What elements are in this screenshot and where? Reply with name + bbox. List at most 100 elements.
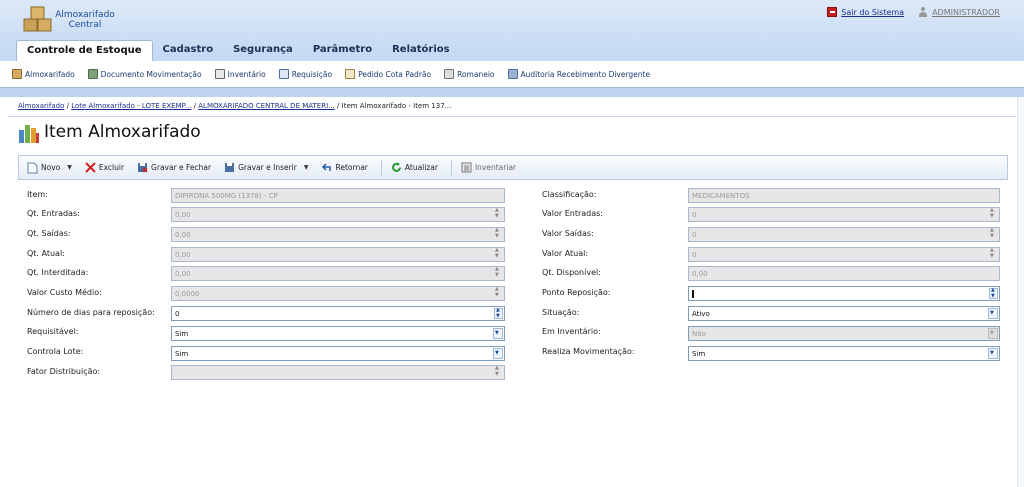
chevron-down-icon[interactable]: [988, 308, 998, 319]
qt-atual-label: Qt. Atual:: [27, 249, 65, 258]
subnav-documento-movimentacao[interactable]: Documento Movimentação: [87, 69, 202, 79]
refresh-button[interactable]: Atualizar: [391, 162, 438, 173]
ponto-reposicao-label: Ponto Reposição:: [542, 288, 611, 297]
requisitavel-value[interactable]: Sim: [175, 330, 188, 338]
subnav-label: Documento Movimentação: [100, 69, 202, 79]
logout-label[interactable]: Sair do Sistema: [841, 8, 904, 17]
controla-lote-select[interactable]: Sim: [171, 346, 505, 361]
realiza-movimentacao-value[interactable]: Sim: [692, 350, 705, 358]
inventory-button[interactable]: Inventariar: [461, 162, 516, 173]
controla-lote-label: Controla Lote:: [27, 347, 84, 356]
save-insert-button[interactable]: Gravar e Inserir ▼: [224, 162, 308, 173]
subnav-label: Auditoria Recebimento Divergente: [520, 69, 651, 79]
user-link[interactable]: ADMINISTRADOR: [918, 7, 1000, 17]
tab-relatorios[interactable]: Relatórios: [382, 40, 460, 61]
spinner-icon: [494, 287, 503, 299]
item-field: DIPIRONA 500MG (1378) - CP: [171, 188, 505, 203]
subnav-label: Pedido Cota Padrão: [358, 69, 432, 79]
sub-navigation: Almoxarifado Documento Movimentação Inve…: [0, 61, 1024, 88]
chevron-down-icon[interactable]: [493, 328, 503, 339]
delete-button[interactable]: Excluir: [85, 162, 124, 173]
controla-lote-value[interactable]: Sim: [175, 350, 188, 358]
user-label[interactable]: ADMINISTRADOR: [932, 8, 1000, 17]
spinner-icon: [494, 366, 503, 378]
chevron-down-icon[interactable]: [988, 348, 998, 359]
qt-interditada-label: Qt. Interditada:: [27, 268, 89, 277]
subnav-inventario[interactable]: Inventário: [214, 69, 266, 79]
requisitavel-select[interactable]: Sim: [171, 326, 505, 341]
scrollbar[interactable]: [1017, 97, 1024, 487]
return-button-label: Retornar: [335, 163, 368, 172]
breadcrumb-separator: /: [337, 102, 340, 110]
qt-entradas-label: Qt. Entradas:: [27, 209, 80, 218]
subnav-requisicao[interactable]: Requisição: [278, 69, 333, 79]
qt-saidas-field: 0,00: [171, 227, 505, 242]
spinner-icon[interactable]: [989, 287, 998, 299]
subnav-auditoria[interactable]: Auditoria Recebimento Divergente: [507, 69, 651, 79]
breadcrumb-separator: /: [193, 102, 197, 110]
breadcrumb-almox-central[interactable]: ALMOXARIFADO CENTRAL DE MATERI...: [198, 102, 335, 110]
packing-list-icon: [444, 69, 455, 79]
breadcrumb-lote[interactable]: Lote Almoxarifado - LOTE EXEMP...: [71, 102, 191, 110]
num-dias-reposicao-value[interactable]: 0: [175, 310, 179, 318]
toolbar-separator: [380, 159, 382, 176]
new-button-label: Novo: [41, 163, 61, 172]
chevron-down-icon[interactable]: ▼: [304, 164, 309, 171]
situacao-select[interactable]: Ativo: [688, 306, 1000, 321]
spinner-icon: [494, 248, 503, 260]
valor-entradas-field: 0: [688, 207, 1000, 222]
qt-entradas-value: 0,00: [175, 211, 191, 219]
breadcrumb-separator: /: [66, 102, 69, 110]
qt-saidas-label: Qt. Saídas:: [27, 229, 71, 238]
qt-entradas-field: 0,00: [171, 207, 505, 222]
refresh-icon: [391, 162, 401, 172]
valor-entradas-label: Valor Entradas:: [542, 209, 603, 218]
classificacao-label: Classificação:: [542, 190, 597, 199]
inventory-icon: [461, 162, 472, 173]
subnav-almoxarifado[interactable]: Almoxarifado: [12, 69, 75, 79]
tab-parametro[interactable]: Parâmetro: [303, 40, 382, 61]
spinner-icon[interactable]: [494, 307, 503, 319]
audit-icon: [507, 69, 518, 79]
save-close-button[interactable]: Gravar e Fechar: [137, 162, 211, 173]
tab-cadastro[interactable]: Cadastro: [153, 40, 224, 61]
em-inventario-label: Em Inventário:: [542, 327, 601, 336]
requisitavel-label: Requisitável:: [27, 327, 79, 336]
subnav-romaneio[interactable]: Romaneio: [444, 69, 495, 79]
qt-disponivel-field: 0,00: [688, 266, 1000, 281]
breadcrumb-almoxarifado[interactable]: Almoxarifado: [18, 102, 64, 110]
valor-saidas-value: 0: [692, 231, 697, 239]
valor-saidas-label: Valor Saídas:: [542, 229, 594, 238]
em-inventario-value: Não: [692, 330, 706, 338]
spinner-icon: [494, 208, 503, 220]
text-cursor: [692, 290, 694, 298]
tab-controle-estoque[interactable]: Controle de Estoque: [16, 40, 153, 61]
delete-icon: [85, 162, 96, 173]
return-button[interactable]: Retornar: [321, 162, 368, 173]
realiza-movimentacao-select[interactable]: Sim: [688, 346, 1000, 361]
chevron-down-icon[interactable]: ▼: [67, 164, 72, 171]
request-icon: [278, 69, 289, 79]
situacao-label: Situação:: [542, 308, 580, 317]
fator-distribuicao-label: Fator Distribuição:: [27, 367, 101, 376]
num-dias-reposicao-input[interactable]: 0: [171, 306, 505, 321]
app-title-line2: Central: [68, 20, 102, 30]
item-stack-icon: [19, 125, 39, 143]
spinner-icon: [494, 267, 503, 279]
breadcrumb-current: Item Almoxarifado - Item 137...: [341, 102, 452, 110]
qt-atual-value: 0,00: [175, 251, 191, 259]
subnav-pedido-cota-padrao[interactable]: Pedido Cota Padrão: [345, 69, 431, 79]
valor-entradas-value: 0: [692, 211, 697, 219]
spinner-icon: [989, 228, 998, 240]
new-button[interactable]: Novo ▼: [27, 162, 72, 174]
user-icon: [918, 7, 928, 17]
logout-link[interactable]: Sair do Sistema: [827, 7, 904, 17]
situacao-value[interactable]: Ativo: [692, 310, 710, 318]
subnav-label: Requisição: [291, 69, 333, 79]
chevron-down-icon[interactable]: [493, 348, 503, 359]
ponto-reposicao-input[interactable]: [688, 286, 1000, 301]
qt-interditada-field: 0,00: [171, 266, 505, 281]
qt-interditada-value: 0,00: [175, 270, 191, 278]
tab-seguranca[interactable]: Segurança: [223, 40, 303, 61]
order-icon: [345, 69, 356, 79]
